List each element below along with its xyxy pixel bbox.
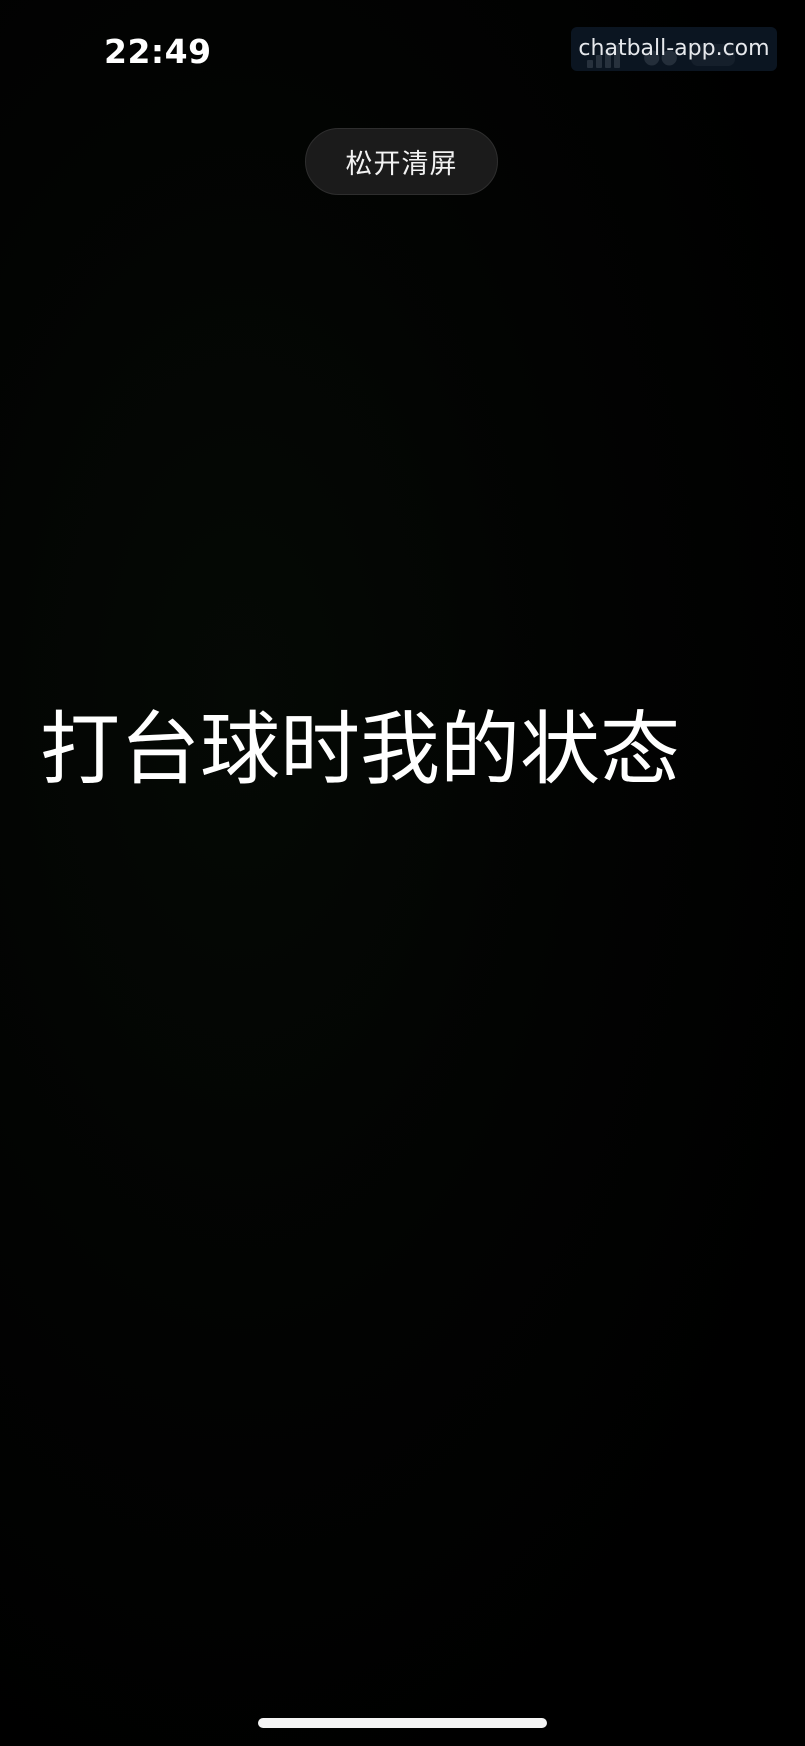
release-clear-screen-button[interactable]: 松开清屏 [305, 128, 498, 195]
release-clear-screen-label: 松开清屏 [345, 149, 458, 180]
video-caption: 打台球时我的状态 [40, 703, 680, 796]
home-indicator[interactable] [258, 1718, 547, 1728]
status-time: 22:49 [104, 32, 212, 71]
video-screen[interactable]: 22:49 ●● chatball-app.com 松开清屏 打台球时我的状态 [0, 0, 805, 1746]
watermark-label: chatball-app.com [571, 27, 777, 71]
